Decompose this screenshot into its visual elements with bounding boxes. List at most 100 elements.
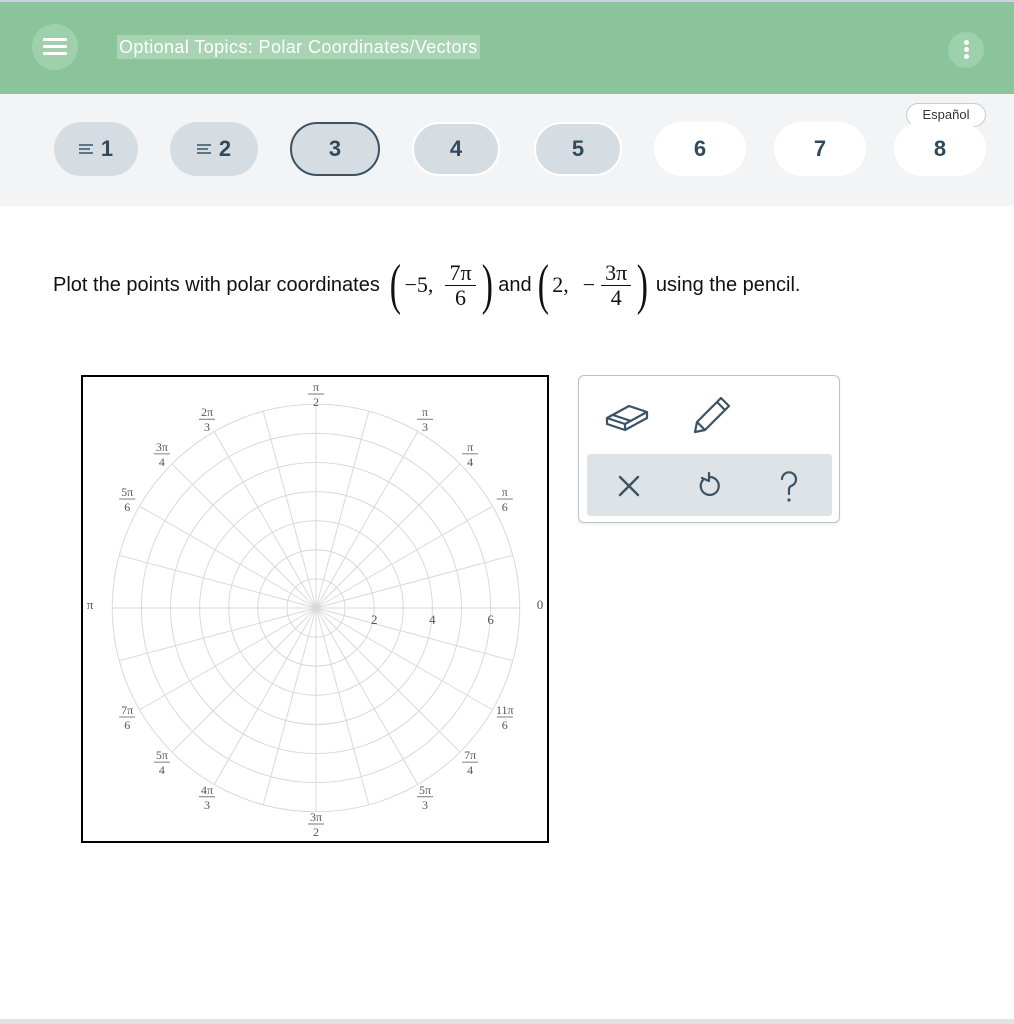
hamburger-menu-icon[interactable] xyxy=(32,24,78,70)
more-vertical-icon[interactable] xyxy=(948,32,984,68)
fraction-denominator: 6 xyxy=(454,284,466,310)
polar-ray xyxy=(139,607,317,711)
angle-label-denominator: 6 xyxy=(124,500,130,514)
question-number: 7 xyxy=(813,136,827,161)
angle-label: 3π2 xyxy=(308,810,324,839)
question-1-button[interactable]: 1 xyxy=(54,122,138,176)
close-paren: ) xyxy=(481,254,493,316)
polar-ray xyxy=(315,505,493,609)
question-navigation: Español 1 2 3 4 5 6 7 8 xyxy=(0,94,1014,206)
angle-label-numerator: 3π xyxy=(156,440,168,454)
angle-label: π3 xyxy=(417,405,433,434)
angle-label-numerator: π xyxy=(422,405,428,419)
polar-ray xyxy=(315,410,370,609)
prompt-text-before: Plot the points with polar coordinates xyxy=(53,273,380,296)
question-number: 4 xyxy=(449,136,463,161)
undo-icon[interactable] xyxy=(689,466,729,506)
eraser-icon[interactable] xyxy=(599,392,659,436)
angle-label-denominator: 4 xyxy=(467,763,473,777)
point-2-r: 2, xyxy=(552,272,569,297)
angle-label: 5π3 xyxy=(417,783,433,812)
prompt-connector: and xyxy=(498,273,532,296)
angle-label-numerator: π xyxy=(502,485,508,499)
polar-ray xyxy=(213,607,317,785)
polar-ray xyxy=(262,410,317,609)
angle-label-denominator: 6 xyxy=(124,718,130,732)
angle-label: 5π6 xyxy=(119,485,136,514)
radius-tick-label: 2 xyxy=(371,612,378,627)
polar-ray xyxy=(315,607,493,711)
radius-tick-label: 6 xyxy=(487,612,494,627)
polar-ray xyxy=(315,607,514,662)
angle-label-0: 0 xyxy=(537,597,544,612)
angle-label: 5π4 xyxy=(153,748,170,777)
question-2-button[interactable]: 2 xyxy=(170,122,258,176)
angle-label-numerator: 4π xyxy=(201,783,213,797)
question-number: 3 xyxy=(328,136,342,161)
question-3-button[interactable]: 3 xyxy=(290,122,380,176)
polar-ray xyxy=(118,554,317,609)
polar-ray xyxy=(315,607,370,806)
fraction-numerator: 3π xyxy=(605,259,628,285)
angle-label: 2π3 xyxy=(199,405,215,434)
polar-ray xyxy=(315,463,461,609)
point-1-theta: 7π 6 xyxy=(445,259,476,310)
question-6-button[interactable]: 6 xyxy=(654,122,746,176)
toolbox-actions xyxy=(587,454,832,516)
answered-lines-icon xyxy=(196,144,211,154)
question-number: 8 xyxy=(933,136,947,161)
close-icon[interactable] xyxy=(609,466,649,506)
polar-ray xyxy=(171,607,317,753)
angle-label: 7π6 xyxy=(119,703,136,732)
polar-ray xyxy=(315,607,419,785)
angle-label-denominator: 3 xyxy=(204,798,210,812)
question-number: 5 xyxy=(571,136,585,161)
radius-tick-label: 4 xyxy=(429,612,436,627)
polar-ray xyxy=(139,505,317,609)
close-paren: ) xyxy=(636,254,649,316)
topic-title: Optional Topics: Polar Coordinates/Vecto… xyxy=(117,35,480,59)
angle-label-numerator: 7π xyxy=(464,748,476,762)
point-2: ( 2, − 3π 4 ) xyxy=(534,257,652,313)
angle-label: π4 xyxy=(462,440,479,469)
angle-label: 4π3 xyxy=(199,783,215,812)
pencil-icon[interactable] xyxy=(683,392,743,436)
question-4-button[interactable]: 4 xyxy=(412,122,500,176)
angle-label-denominator: 4 xyxy=(159,455,165,469)
angle-label: 3π4 xyxy=(153,440,170,469)
question-number: 6 xyxy=(693,136,707,161)
open-paren: ( xyxy=(389,254,401,316)
angle-label-denominator: 3 xyxy=(422,420,428,434)
angle-label-numerator: 11π xyxy=(496,703,514,717)
angle-label-numerator: π xyxy=(467,440,473,454)
angle-label-denominator: 2 xyxy=(313,395,319,409)
question-8-button[interactable]: 8 xyxy=(894,122,986,176)
top-bar: Optional Topics: Polar Coordinates/Vecto… xyxy=(0,0,1014,94)
polar-ray xyxy=(213,431,317,609)
point-1: ( −5, 7π 6 ) xyxy=(386,257,496,313)
angle-label-numerator: 5π xyxy=(156,748,168,762)
angle-label-denominator: 3 xyxy=(204,420,210,434)
polar-ray xyxy=(315,607,461,753)
question-number: 1 xyxy=(100,136,114,161)
angle-label-numerator: 2π xyxy=(201,405,213,419)
question-7-button[interactable]: 7 xyxy=(774,122,866,176)
polar-graph-canvas[interactable]: 2 4 6 0 π π 6 π 4 π 3 π 2 2π 3 3π 4 5π 6 7π 6 5π 4 4π 3 3π 2 5π 3 7π 4… xyxy=(81,375,549,843)
fraction-numerator: 7π xyxy=(449,259,472,285)
fraction-denominator: 4 xyxy=(610,284,622,310)
angle-label: 7π4 xyxy=(462,748,479,777)
polar-grid[interactable]: 2 4 60ππ6π4π3π22π33π45π67π65π44π33π25π37π4… xyxy=(83,377,547,841)
angle-label: π6 xyxy=(496,485,513,514)
question-5-button[interactable]: 5 xyxy=(534,122,622,176)
point-1-r: −5, xyxy=(404,272,434,297)
answered-lines-icon xyxy=(78,144,93,154)
polar-ray xyxy=(262,607,317,806)
angle-label-numerator: 5π xyxy=(121,485,133,499)
angle-label-numerator: 7π xyxy=(121,703,133,717)
prompt-text-after: using the pencil. xyxy=(655,273,801,296)
open-paren: ( xyxy=(537,254,549,316)
help-question-icon[interactable] xyxy=(769,466,809,506)
angle-label-denominator: 6 xyxy=(502,718,508,732)
angle-label-denominator: 4 xyxy=(159,763,165,777)
bottom-bar xyxy=(0,1019,1014,1024)
